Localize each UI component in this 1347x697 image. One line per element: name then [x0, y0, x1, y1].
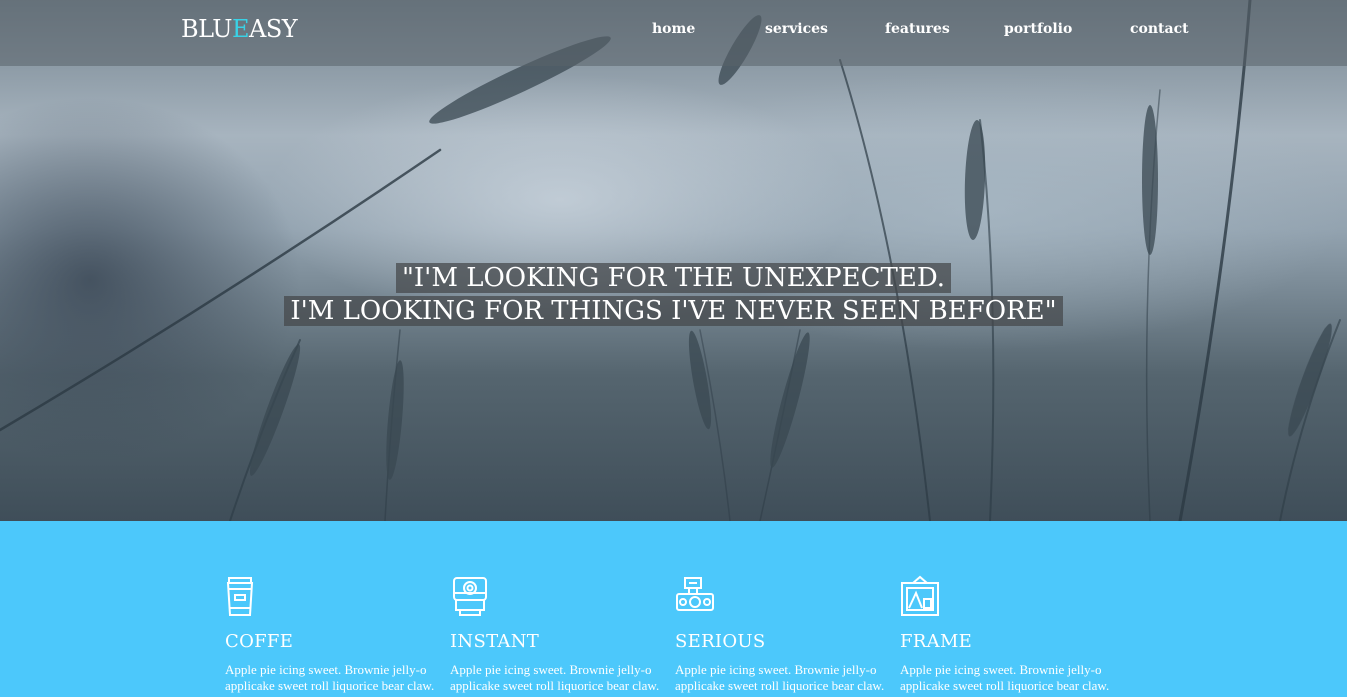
hero-quote-line2: I'M LOOKING FOR THINGS I'VE NEVER SEEN B…	[284, 296, 1063, 326]
serious-camera-icon	[676, 577, 714, 611]
brand-logo-suffix: ASY	[249, 15, 298, 43]
brand-logo-accent: E	[232, 15, 250, 43]
feature-description: Apple pie icing sweet. Brownie jelly-o a…	[675, 662, 905, 694]
nav-link-features[interactable]: features	[885, 21, 950, 37]
hero-grass-image	[0, 0, 1341, 521]
brand-logo-prefix: BLU	[181, 15, 233, 43]
feature-title: INSTANT	[450, 631, 540, 652]
feature-description-line2: applicake sweet roll liquorice bear claw…	[225, 678, 435, 693]
feature-description-line1: Apple pie icing sweet. Brownie jelly-o	[675, 662, 877, 677]
coffee-cup-icon	[226, 577, 254, 616]
nav-link-contact[interactable]: contact	[1130, 21, 1189, 37]
top-navbar: BLUEASY home services features portfolio…	[0, 0, 1347, 66]
feature-frame: FRAME Apple pie icing sweet. Brownie jel…	[900, 575, 1130, 694]
nav-link-home[interactable]: home	[652, 21, 695, 37]
nav-link-portfolio[interactable]: portfolio	[1004, 21, 1072, 37]
nav-link-services[interactable]: services	[765, 21, 828, 37]
feature-description-line2: applicake sweet roll liquorice bear claw…	[450, 678, 660, 693]
feature-instant: INSTANT Apple pie icing sweet. Brownie j…	[450, 575, 680, 694]
feature-description: Apple pie icing sweet. Brownie jelly-o a…	[900, 662, 1130, 694]
features-section: COFFE Apple pie icing sweet. Brownie jel…	[0, 521, 1347, 697]
instant-camera-icon	[453, 577, 487, 616]
feature-description-line1: Apple pie icing sweet. Brownie jelly-o	[450, 662, 652, 677]
feature-title: FRAME	[900, 631, 973, 652]
hero-section: "I'M LOOKING FOR THE UNEXPECTED. I'M LOO…	[0, 0, 1347, 521]
feature-coffe: COFFE Apple pie icing sweet. Brownie jel…	[225, 575, 455, 694]
feature-description: Apple pie icing sweet. Brownie jelly-o a…	[225, 662, 455, 694]
feature-description-line1: Apple pie icing sweet. Brownie jelly-o	[225, 662, 427, 677]
brand-logo[interactable]: BLUEASY	[181, 15, 298, 43]
feature-description-line2: applicake sweet roll liquorice bear claw…	[900, 678, 1110, 693]
feature-title: COFFE	[225, 631, 294, 652]
hero-quote: "I'M LOOKING FOR THE UNEXPECTED. I'M LOO…	[0, 262, 1347, 328]
hero-quote-line1: "I'M LOOKING FOR THE UNEXPECTED.	[395, 263, 952, 293]
picture-frame-icon	[901, 575, 939, 616]
feature-description-line1: Apple pie icing sweet. Brownie jelly-o	[900, 662, 1102, 677]
feature-title: SERIOUS	[675, 631, 766, 652]
feature-description: Apple pie icing sweet. Brownie jelly-o a…	[450, 662, 680, 694]
feature-serious: SERIOUS Apple pie icing sweet. Brownie j…	[675, 575, 905, 694]
feature-description-line2: applicake sweet roll liquorice bear claw…	[675, 678, 885, 693]
